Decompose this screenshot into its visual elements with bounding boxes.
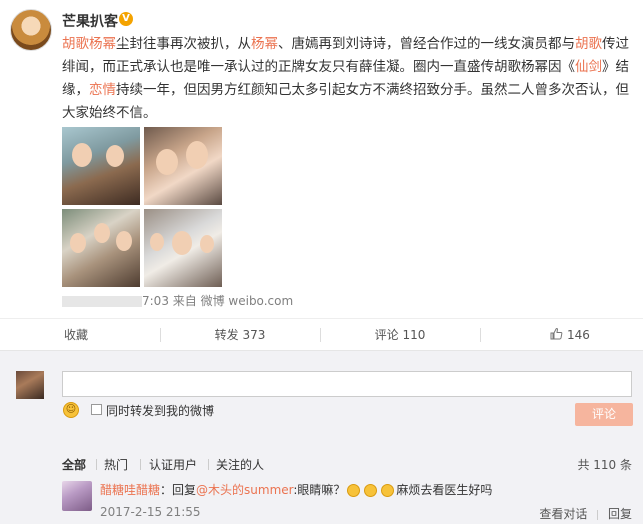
also-repost-label[interactable]: 同时转发到我的微博 bbox=[106, 402, 214, 419]
mention-link[interactable]: @木头的summer bbox=[196, 483, 293, 497]
smiley-icon[interactable]: ☺ bbox=[63, 402, 79, 418]
submit-comment-button[interactable]: 评论 bbox=[575, 403, 633, 426]
divider bbox=[208, 459, 209, 470]
comment-actions: 查看对话 回复 bbox=[533, 505, 632, 522]
weibo-post: 芒果扒客 V 胡歌杨幂尘封往事再次被扒，从杨幂、唐嫣再到刘诗诗，曾经合作过的一线… bbox=[0, 0, 643, 318]
view-thread-link[interactable]: 查看对话 bbox=[539, 507, 587, 521]
comment-body-end: 麻烦去看医生好吗 bbox=[396, 483, 493, 497]
filter-following[interactable]: 关注的人 bbox=[216, 456, 264, 473]
comment-filters: 全部 热门 认证用户 关注的人 共 110 条 bbox=[62, 456, 632, 474]
highlight-keyword[interactable]: 杨幂 bbox=[251, 36, 278, 52]
reply-link[interactable]: 回复 bbox=[608, 507, 632, 521]
filter-all[interactable]: 全部 bbox=[62, 456, 86, 473]
divider bbox=[597, 509, 599, 520]
repost-button[interactable]: 转发 373 bbox=[200, 319, 280, 351]
post-photo[interactable] bbox=[144, 209, 222, 287]
reply-prefix: ：回复 bbox=[160, 483, 197, 497]
post-source[interactable]: 来自 微博 weibo.com bbox=[173, 294, 293, 308]
post-text-segment: 、唐嫣再到刘诗诗，曾经合作过的一线女演员都与 bbox=[278, 36, 575, 52]
divider bbox=[140, 459, 141, 470]
emoji-icon bbox=[347, 484, 361, 497]
comment-time: 2017-2-15 21:55 bbox=[100, 505, 201, 519]
highlight-keyword[interactable]: 恋情 bbox=[89, 82, 116, 98]
my-avatar[interactable] bbox=[16, 371, 44, 399]
thumbs-up-icon bbox=[550, 328, 567, 342]
post-text: 胡歌杨幂尘封往事再次被扒，从杨幂、唐嫣再到刘诗诗，曾经合作过的一线女演员都与胡歌… bbox=[62, 33, 632, 125]
emoji-icon bbox=[381, 484, 395, 497]
commenter-avatar[interactable] bbox=[62, 481, 92, 511]
comment-button[interactable]: 评论 110 bbox=[360, 319, 440, 351]
post-meta: 7:03 来自 微博 weibo.com bbox=[62, 292, 293, 309]
comment-body-start: :眼睛嘛？ bbox=[293, 483, 346, 497]
post-photo[interactable] bbox=[144, 127, 222, 205]
comment-text: 醋糖哇醋糖：回复@木头的summer:眼睛嘛？ 麻烦去看医生好吗 bbox=[100, 481, 492, 498]
author-avatar[interactable] bbox=[10, 9, 52, 51]
divider bbox=[320, 328, 321, 342]
author-name[interactable]: 芒果扒客 bbox=[62, 11, 118, 31]
highlight-keyword[interactable]: 胡歌杨幂 bbox=[62, 36, 116, 52]
filter-certified[interactable]: 认证用户 bbox=[149, 456, 197, 473]
favorite-label: 收藏 bbox=[64, 328, 89, 342]
comment-input[interactable] bbox=[62, 371, 632, 397]
vip-badge-icon: V bbox=[119, 12, 133, 26]
post-text-segment: 尘封往事再次被扒，从 bbox=[116, 36, 251, 52]
repost-label: 转发 373 bbox=[214, 328, 266, 342]
comment-area: ☺ 同时转发到我的微博 评论 全部 热门 认证用户 关注的人 共 110 条 醋… bbox=[0, 350, 643, 524]
favorite-button[interactable]: 收藏 bbox=[20, 319, 100, 351]
divider bbox=[96, 459, 97, 470]
like-button[interactable]: 146 bbox=[530, 319, 610, 351]
emoji-icon bbox=[364, 484, 378, 497]
like-count: 146 bbox=[566, 328, 590, 342]
comment-label: 评论 110 bbox=[374, 328, 426, 342]
action-bar: 收藏 转发 373 评论 110 146 bbox=[0, 318, 643, 350]
post-time[interactable]: 7:03 bbox=[142, 294, 169, 308]
highlight-keyword[interactable]: 胡歌 bbox=[575, 36, 602, 52]
comment-total: 共 110 条 bbox=[577, 458, 632, 472]
post-photo[interactable] bbox=[62, 127, 140, 205]
comment-item: 醋糖哇醋糖：回复@木头的summer:眼睛嘛？ 麻烦去看医生好吗 2017-2-1… bbox=[62, 481, 632, 521]
divider bbox=[480, 328, 481, 342]
post-text-segment: 持续一年，但因男方红颜知己太多引起女方不满终招致分手。虽然二人曾多次否认，但大家… bbox=[62, 82, 629, 121]
post-photo[interactable] bbox=[62, 209, 140, 287]
highlight-keyword[interactable]: 仙剑 bbox=[575, 59, 602, 75]
blurred-date bbox=[62, 296, 142, 307]
commenter-name[interactable]: 醋糖哇醋糖 bbox=[100, 483, 160, 497]
filter-hot[interactable]: 热门 bbox=[104, 456, 128, 473]
also-repost-checkbox[interactable] bbox=[91, 404, 102, 415]
divider bbox=[160, 328, 161, 342]
